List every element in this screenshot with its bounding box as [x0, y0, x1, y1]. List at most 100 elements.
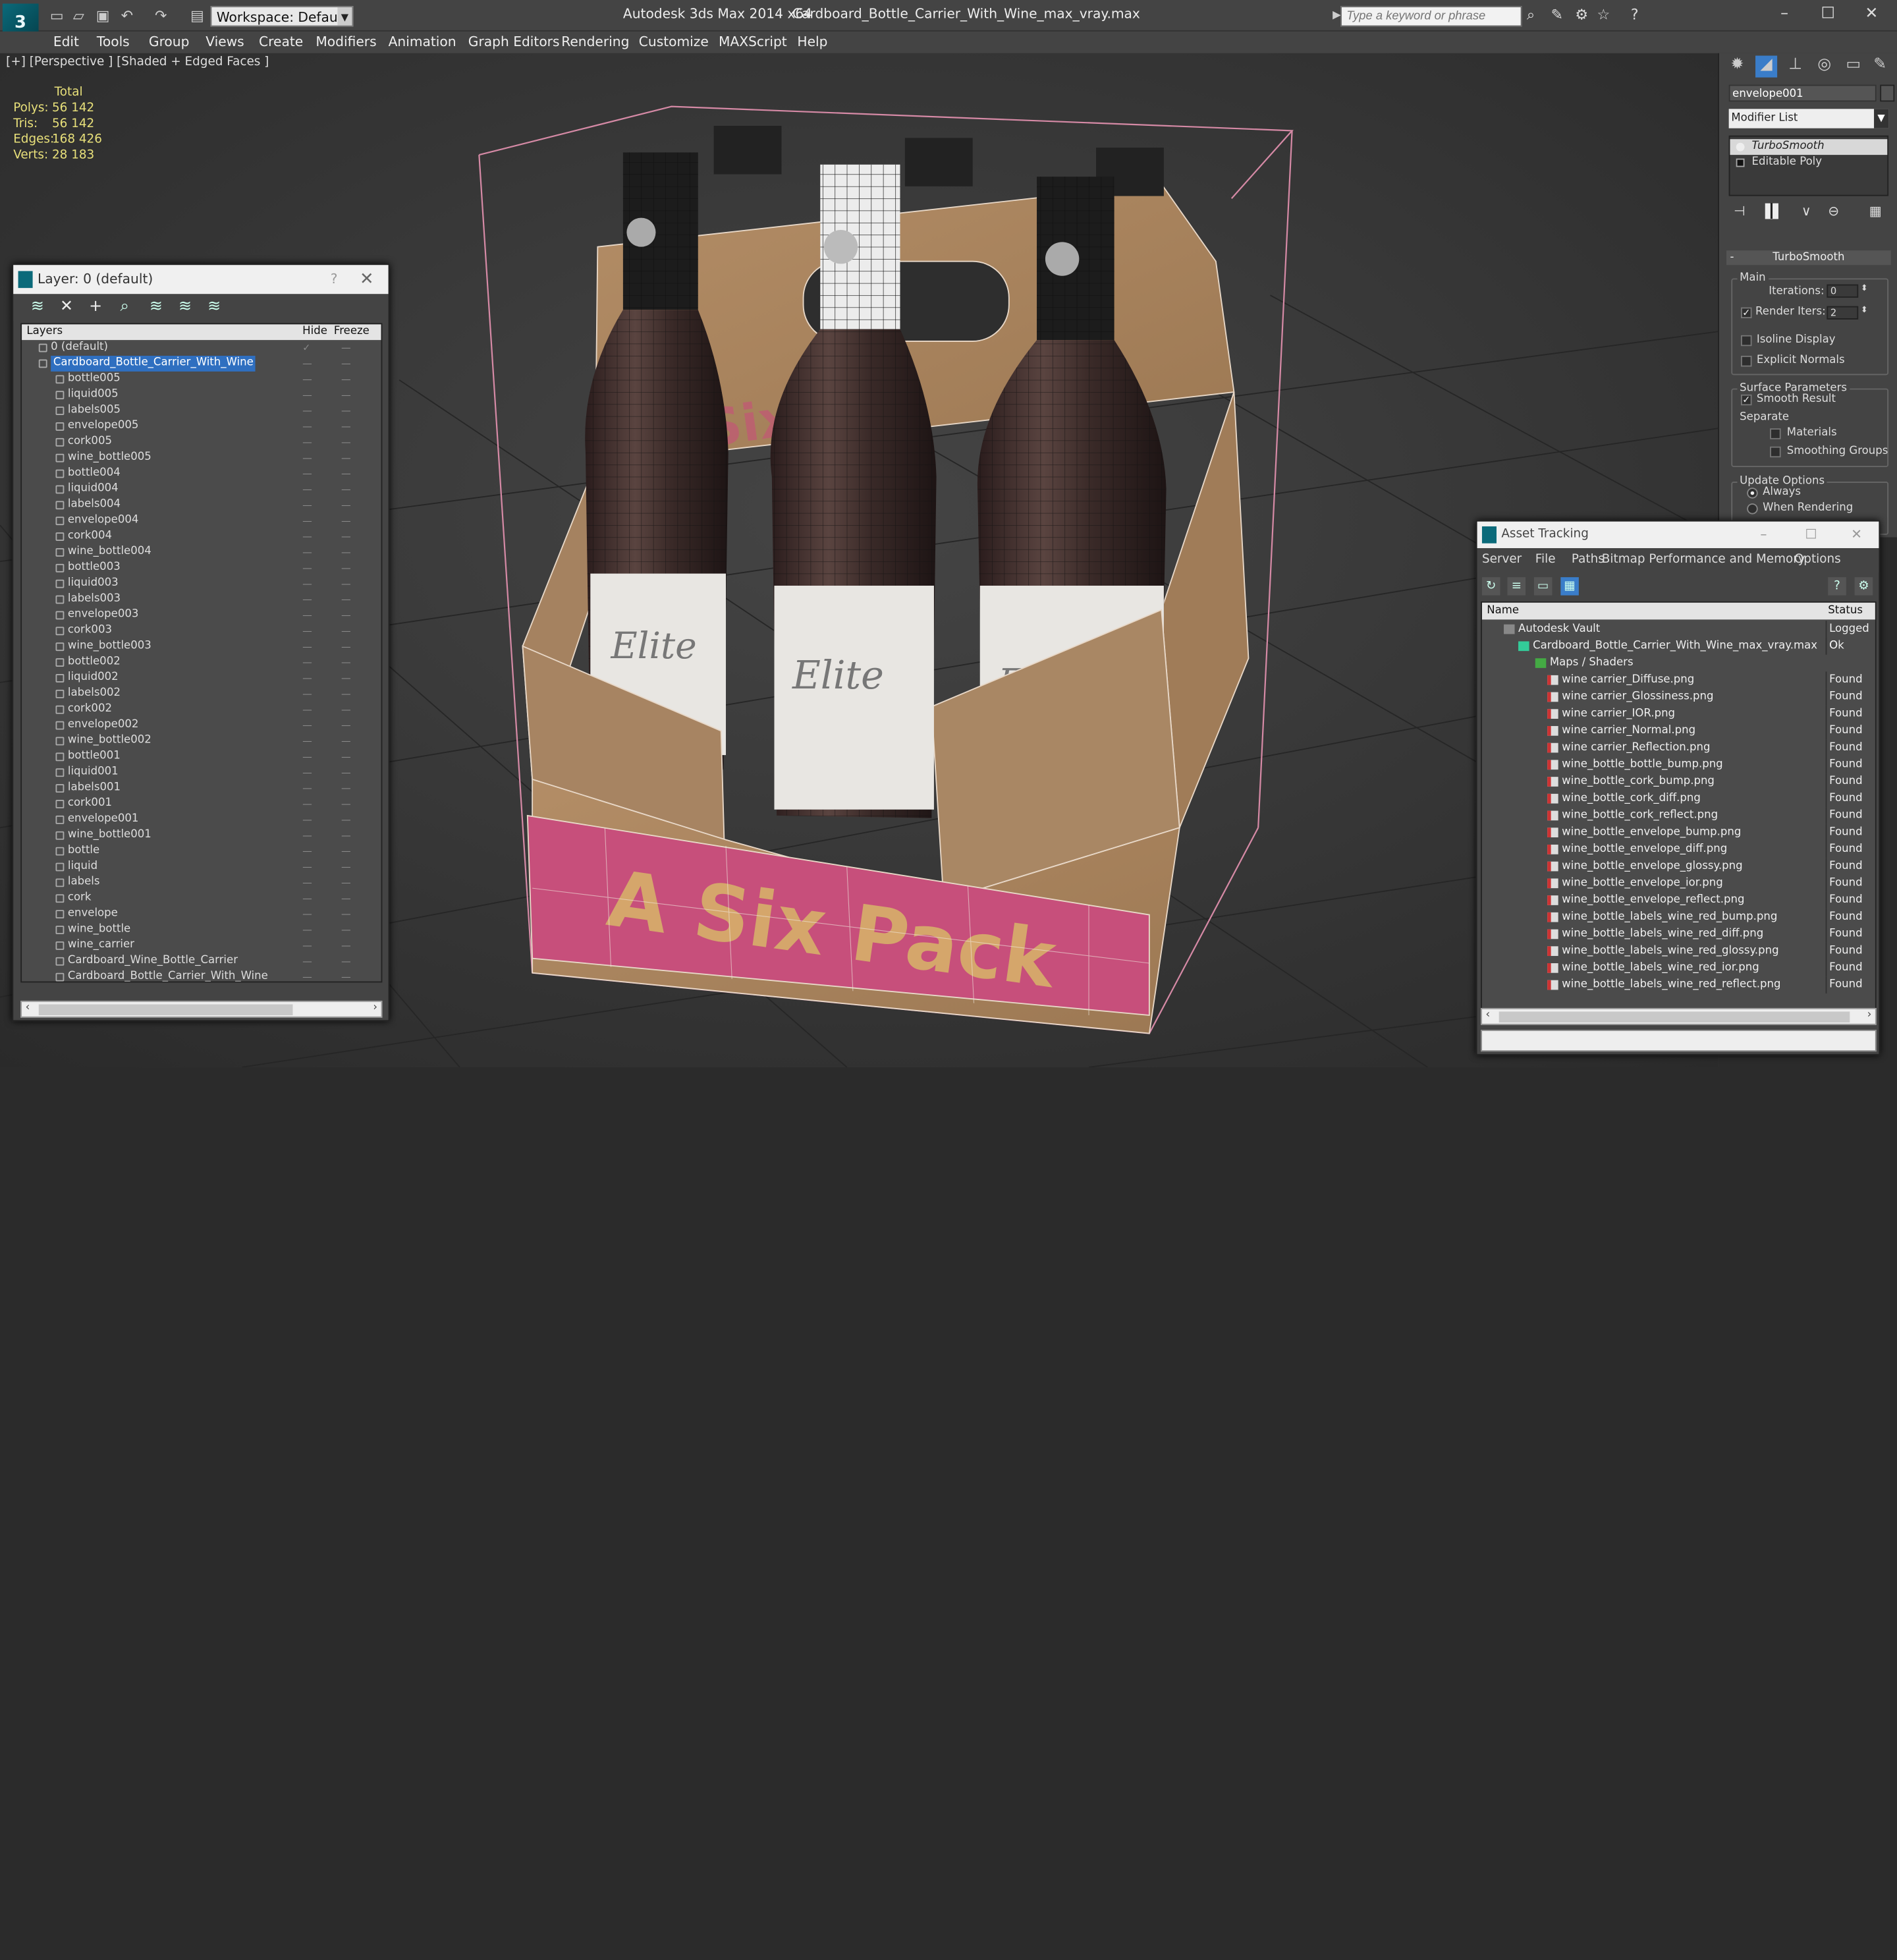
hide-toggle[interactable]: — — [302, 466, 317, 482]
render-iters-spinner[interactable]: 2 — [1827, 306, 1859, 320]
menu-tools[interactable]: Tools — [97, 34, 130, 49]
freeze-toggle[interactable]: — — [341, 655, 356, 671]
freeze-toggle[interactable]: — — [341, 576, 356, 592]
layer-row[interactable]: wine_bottle002 — — — [22, 733, 381, 749]
layer-list[interactable]: Layers Hide Freeze 0 (default) ✓ — Cardboar… — [20, 323, 383, 983]
asset-row[interactable]: wine_bottle_labels_wine_red_glossy.png Fo… — [1482, 942, 1875, 960]
hide-toggle[interactable]: — — [302, 592, 317, 607]
layer-row[interactable]: 0 (default) ✓ — — [22, 340, 381, 356]
hide-toggle[interactable]: — — [302, 717, 317, 733]
explicit-normals-checkbox[interactable] — [1741, 355, 1752, 367]
hide-toggle[interactable]: — — [302, 372, 317, 387]
freeze-toggle[interactable]: — — [341, 797, 356, 812]
refresh-icon[interactable]: ↻ — [1481, 577, 1500, 596]
menu-maxscript[interactable]: MAXScript — [719, 34, 787, 49]
asset-row[interactable]: wine_bottle_envelope_diff.png Found — [1482, 841, 1875, 858]
column-status[interactable]: Status — [1828, 603, 1863, 620]
layer-row[interactable]: liquid002 — — — [22, 671, 381, 686]
freeze-toggle[interactable]: — — [341, 953, 356, 969]
menu-bitmap-performance[interactable]: Bitmap Performance and Memory — [1602, 553, 1805, 566]
hide-toggle[interactable]: — — [302, 403, 317, 419]
materials-checkbox[interactable] — [1770, 428, 1781, 439]
layer-row[interactable]: envelope001 — — — [22, 812, 381, 827]
hide-toggle[interactable]: — — [302, 907, 317, 922]
asset-row[interactable]: wine carrier_Glossiness.png Found — [1482, 688, 1875, 706]
hide-toggle[interactable]: — — [302, 356, 317, 372]
scroll-left-icon[interactable]: ‹ — [26, 1002, 30, 1014]
iterations-spinner[interactable]: 0 — [1827, 284, 1859, 298]
layer-row[interactable]: cork005 — — — [22, 434, 381, 450]
layer-row[interactable]: wine_bottle003 — — — [22, 639, 381, 655]
smoothing-groups-checkbox[interactable] — [1770, 446, 1781, 458]
hide-toggle[interactable]: — — [302, 639, 317, 655]
freeze-toggle[interactable]: — — [341, 403, 356, 419]
select-objects-icon[interactable]: ⌕ — [115, 298, 134, 317]
layer-row[interactable]: bottle004 — — — [22, 466, 381, 482]
hide-toggle[interactable]: — — [302, 969, 317, 982]
subscription-icon[interactable]: ⚙ — [1575, 6, 1588, 23]
freeze-toggle[interactable]: — — [341, 749, 356, 765]
add-to-layer-icon[interactable]: + — [86, 298, 105, 317]
stack-item-editable-poly[interactable]: Editable Poly — [1730, 155, 1887, 171]
isoline-display-checkbox[interactable] — [1741, 335, 1752, 347]
hide-toggle[interactable]: — — [302, 843, 317, 859]
freeze-toggle[interactable]: — — [341, 482, 356, 497]
smooth-result-checkbox[interactable]: ✓ — [1741, 394, 1752, 406]
freeze-toggle[interactable]: — — [341, 497, 356, 513]
highlight-selected-icon[interactable]: ≋ — [146, 298, 165, 317]
hide-toggle[interactable]: — — [302, 560, 317, 576]
asset-row[interactable]: wine_bottle_envelope_ior.png Found — [1482, 874, 1875, 892]
asset-row[interactable]: wine_bottle_envelope_bump.png Found — [1482, 824, 1875, 841]
modify-tab-icon[interactable]: ◢ — [1755, 55, 1778, 78]
layer-row[interactable]: labels003 — — — [22, 592, 381, 607]
list-view-icon[interactable]: ≡ — [1507, 577, 1526, 596]
layer-row[interactable]: cork001 — — — [22, 797, 381, 812]
layer-row[interactable]: liquid003 — — — [22, 576, 381, 592]
layer-row[interactable]: labels005 — — — [22, 403, 381, 419]
hide-toggle[interactable]: — — [302, 387, 317, 403]
hide-toggle[interactable]: — — [302, 765, 317, 781]
freeze-toggle[interactable]: — — [341, 372, 356, 387]
hide-toggle[interactable]: — — [302, 733, 317, 749]
freeze-toggle[interactable]: — — [341, 529, 356, 545]
asset-row[interactable]: Maps / Shaders — [1482, 655, 1875, 672]
layer-row[interactable]: envelope004 — — — [22, 513, 381, 529]
asset-row[interactable]: wine carrier_IOR.png Found — [1482, 705, 1875, 723]
expand-icon[interactable] — [1736, 158, 1745, 167]
hide-toggle[interactable]: — — [302, 655, 317, 671]
hide-toggle[interactable]: — — [302, 686, 317, 702]
layer-panel-titlebar[interactable]: Layer: 0 (default) ? ✕ — [13, 265, 389, 294]
help-button[interactable]: ? — [331, 265, 338, 294]
search-input[interactable] — [1340, 6, 1522, 27]
menu-help[interactable]: Help — [797, 34, 827, 49]
binoculars-icon[interactable]: ⌕ — [1527, 6, 1535, 24]
asset-row[interactable]: wine_bottle_labels_wine_red_ior.png Found — [1482, 959, 1875, 977]
layer-row[interactable]: Cardboard_Bottle_Carrier_With_Wine — — — [22, 355, 381, 372]
freeze-toggle[interactable]: — — [341, 812, 356, 827]
create-layer-icon[interactable]: ≋ — [28, 298, 47, 317]
layer-row[interactable]: envelope — — — [22, 907, 381, 922]
asset-row[interactable]: wine_bottle_cork_bump.png Found — [1482, 773, 1875, 791]
undo-icon[interactable]: ↶ — [119, 7, 136, 24]
layer-row[interactable]: cork002 — — — [22, 702, 381, 717]
asset-row[interactable]: Autodesk Vault Logged O — [1482, 621, 1875, 655]
spinner-arrows-icon[interactable]: ⬍ — [1861, 283, 1868, 293]
menu-file[interactable]: File — [1535, 553, 1556, 566]
menu-edit[interactable]: Edit — [53, 34, 79, 49]
freeze-toggle[interactable]: — — [341, 387, 356, 403]
show-end-result-icon[interactable]: ┃ — [1765, 203, 1778, 219]
asset-row[interactable]: wine carrier_Normal.png Found — [1482, 722, 1875, 740]
freeze-toggle[interactable]: — — [341, 639, 356, 655]
layer-row[interactable]: wine_bottle004 — — — [22, 545, 381, 561]
minimize-button[interactable]: – — [1767, 3, 1803, 27]
menu-create[interactable]: Create — [259, 34, 303, 49]
hide-toggle[interactable]: — — [302, 607, 317, 623]
asset-row[interactable]: wine_bottle_labels_wine_red_diff.png Foun… — [1482, 926, 1875, 943]
hide-toggle[interactable]: — — [302, 623, 317, 639]
asset-row[interactable]: wine_bottle_bottle_bump.png Found — [1482, 756, 1875, 773]
layer-row[interactable]: cork004 — — — [22, 529, 381, 545]
freeze-toggle[interactable]: — — [341, 356, 356, 372]
spinner-arrows-icon[interactable]: ⬍ — [1861, 305, 1868, 315]
redo-icon[interactable]: ↷ — [152, 7, 169, 24]
hide-toggle[interactable]: — — [302, 859, 317, 875]
